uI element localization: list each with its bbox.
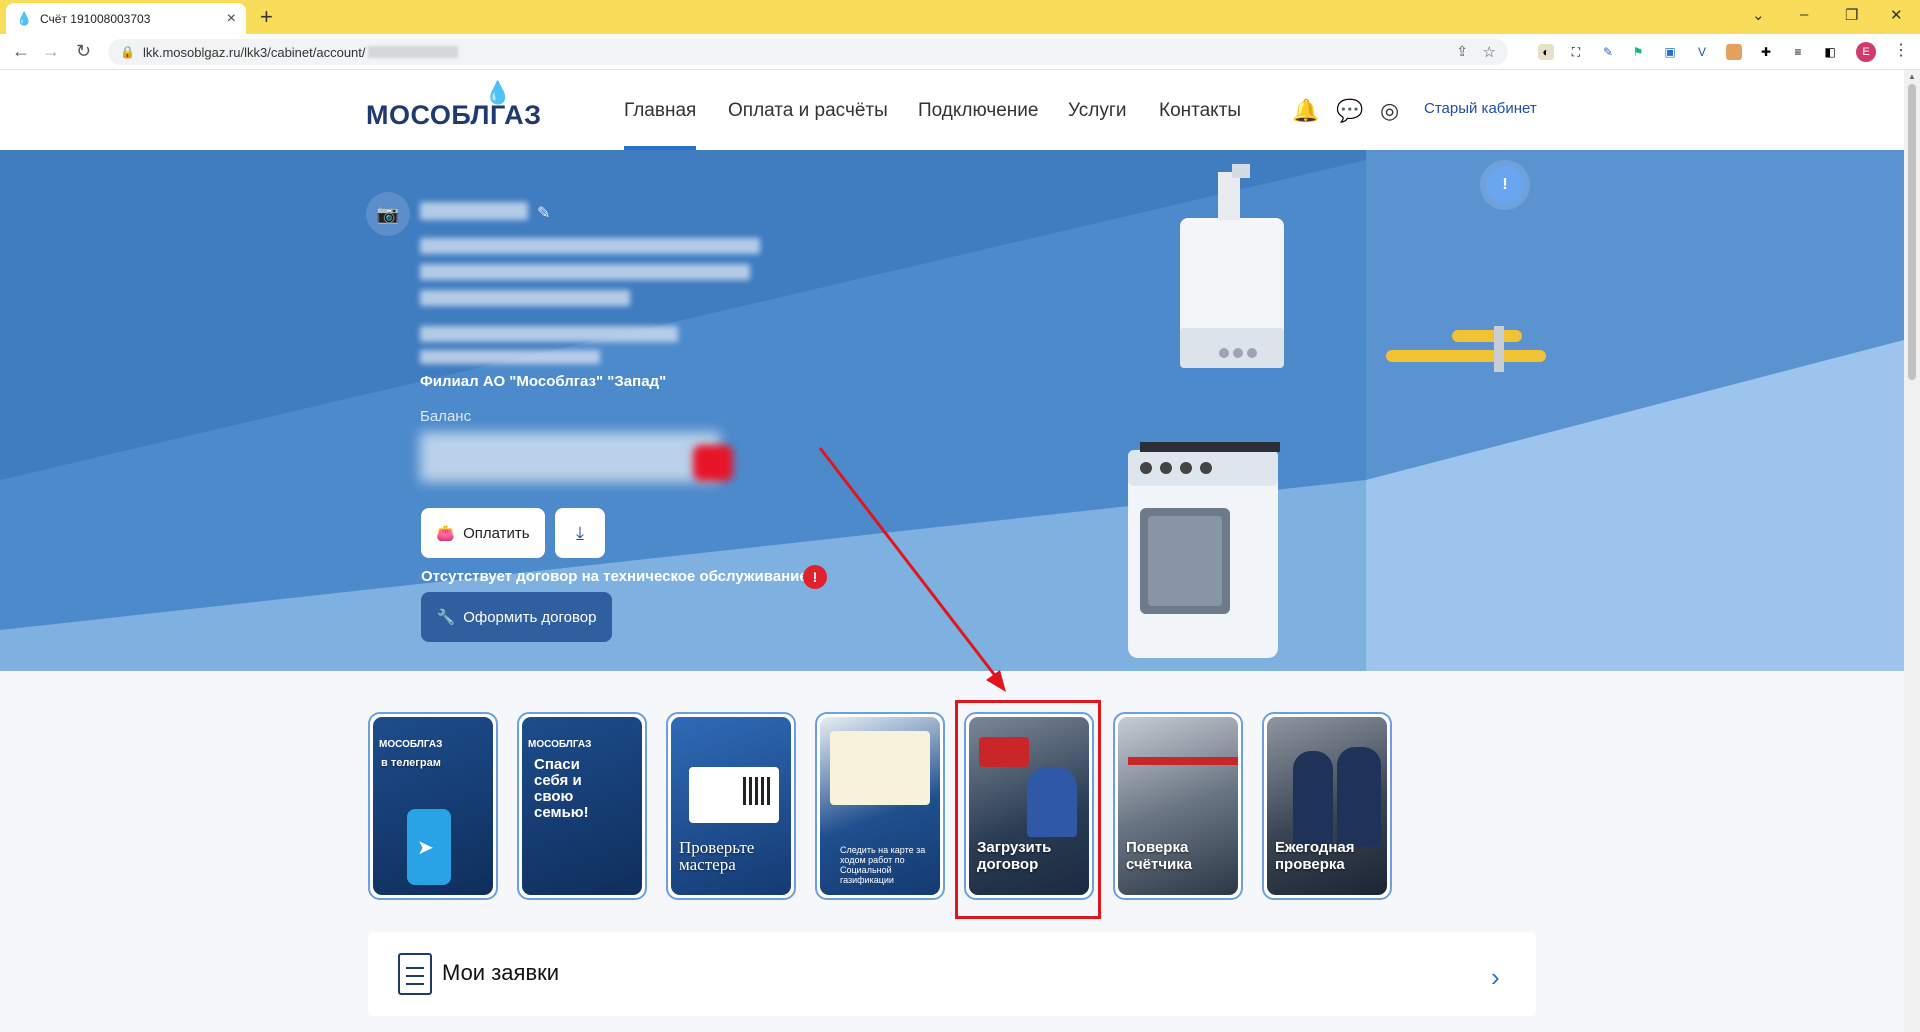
pipe-illustration xyxy=(1128,757,1238,765)
annotation-highlight-box xyxy=(955,700,1101,919)
card-check-master-caption: Проверьте мастера xyxy=(679,838,755,874)
sidepanel-icon[interactable]: ◧ xyxy=(1822,44,1838,60)
map-illustration xyxy=(830,731,930,805)
figure-extension-icon[interactable] xyxy=(1726,44,1742,60)
logo-text: МОСОБЛГАЗ xyxy=(366,100,542,130)
nav-services[interactable]: Услуги xyxy=(1068,100,1126,122)
scroll-up-icon[interactable]: ▲ xyxy=(1908,72,1916,81)
card-telegram[interactable]: МОСОБЛГАЗ в телеграм ➤ xyxy=(368,712,498,900)
close-icon[interactable]: × xyxy=(227,10,236,28)
screenshot-icon[interactable]: ⛶ xyxy=(1568,44,1584,60)
tools-icon: 🔧 xyxy=(436,609,456,626)
redacted-owner-line-2 xyxy=(420,350,600,364)
redacted-marker xyxy=(693,445,733,481)
card-map-caption: Следить на карте за ходом работ по Социа… xyxy=(840,845,926,885)
scrollbar-thumb[interactable] xyxy=(1908,84,1916,380)
url-text: lkk.mosoblgaz.ru/lkk3/cabinet/account/ xyxy=(142,44,366,60)
restore-icon[interactable]: ❐ xyxy=(1845,6,1858,24)
create-contract-label: Оформить договор xyxy=(463,608,597,626)
redacted-name xyxy=(420,202,528,220)
page-scrollbar[interactable]: ▲ xyxy=(1904,70,1920,1032)
share-icon[interactable]: ⇪ xyxy=(1456,43,1468,60)
download-icon: ⤓ xyxy=(576,523,584,543)
download-button[interactable]: ⤓ xyxy=(555,508,605,558)
document-icon xyxy=(398,953,432,995)
bell-icon[interactable]: 🔔 xyxy=(1292,98,1319,124)
new-tab-icon[interactable]: + xyxy=(260,4,273,30)
card-telegram-logo: МОСОБЛГАЗ xyxy=(379,739,443,750)
card-safety-caption: Спаси себя и свою семью! xyxy=(534,756,589,821)
redacted-address-line-1 xyxy=(420,238,760,254)
card-meter-check-caption: Поверка счётчика xyxy=(1126,839,1193,873)
worker-illustration-2 xyxy=(1337,747,1381,847)
chevron-down-icon[interactable]: ⌄ xyxy=(1752,6,1765,24)
card-meter-check[interactable]: Поверка счётчика xyxy=(1113,712,1243,900)
browser-toolbar: ← → ↻ 🔒 lkk.mosoblgaz.ru/lkk3/cabinet/ac… xyxy=(0,34,1920,70)
v-extension-icon[interactable]: V xyxy=(1694,44,1710,60)
user-icon[interactable]: ◎ xyxy=(1380,98,1399,124)
card-telegram-caption: в телеграм xyxy=(381,757,441,769)
lock-icon: 🔒 xyxy=(120,45,135,59)
tab-title: Счёт 191008003703 xyxy=(40,11,151,26)
branch-name: Филиал АО "Мособлгаз" "Запад" xyxy=(420,373,667,390)
card-annual-check-caption: Ежегодная проверка xyxy=(1275,839,1355,873)
forward-icon[interactable]: → xyxy=(42,41,60,62)
camera-icon[interactable]: 📷 xyxy=(366,192,410,236)
redacted-address-line-3 xyxy=(420,290,630,306)
flame-icon: 💧 xyxy=(16,10,33,26)
chevron-right-icon[interactable]: › xyxy=(1491,962,1500,993)
card-map[interactable]: Следить на карте за ходом работ по Социа… xyxy=(815,712,945,900)
browser-tab-bar: 💧 Счёт 191008003703 × + ⌄ – ❐ ✕ xyxy=(0,0,1920,34)
redacted-balance xyxy=(420,432,720,482)
card-safety[interactable]: МОСОБЛГАЗ Спаси себя и свою семью! xyxy=(517,712,647,900)
redacted-address-line-2 xyxy=(420,264,750,280)
reading-list-icon[interactable]: ≡ xyxy=(1790,44,1806,60)
annotation-arrowhead xyxy=(986,670,1006,692)
close-window-icon[interactable]: ✕ xyxy=(1890,6,1903,24)
old-cabinet-link[interactable]: Старый кабинет xyxy=(1424,100,1537,117)
create-contract-button[interactable]: 🔧 Оформить договор xyxy=(421,592,612,642)
my-requests-title: Мои заявки xyxy=(442,960,560,985)
chat-icon[interactable]: 💬 xyxy=(1336,98,1363,124)
puzzle-icon[interactable]: ✚ xyxy=(1758,44,1774,60)
browser-tab[interactable]: 💧 Счёт 191008003703 × xyxy=(6,3,246,34)
menu-kebab-icon[interactable]: ⋮ xyxy=(1893,40,1909,60)
bookmark-star-icon[interactable]: ☆ xyxy=(1483,43,1496,61)
address-bar[interactable]: 🔒 lkk.mosoblgaz.ru/lkk3/cabinet/account/… xyxy=(108,39,1508,65)
mosoblgaz-logo[interactable]: МОСОБЛГАЗ 💧 xyxy=(366,80,542,131)
balance-label: Баланс xyxy=(420,408,472,425)
wallet-icon: 👛 xyxy=(436,525,456,542)
warning-icon: ! xyxy=(803,565,827,589)
redacted-owner-line-1 xyxy=(420,326,678,342)
card-safety-logo: МОСОБЛГАЗ xyxy=(528,739,592,750)
pay-button-label: Оплатить xyxy=(463,524,530,542)
translate-icon[interactable]: ▣ xyxy=(1662,44,1678,60)
qr-code-icon xyxy=(743,777,771,805)
pencil-icon[interactable]: ✎ xyxy=(537,203,550,223)
flag-extension-icon[interactable]: ⚑ xyxy=(1630,44,1646,60)
nav-connection[interactable]: Подключение xyxy=(918,100,1038,122)
reload-icon[interactable]: ↻ xyxy=(76,41,91,62)
worker-illustration-1 xyxy=(1293,751,1333,847)
nav-contacts[interactable]: Контакты xyxy=(1159,100,1241,122)
telegram-icon: ➤ xyxy=(417,837,434,859)
hero-background xyxy=(0,150,1904,671)
pay-button[interactable]: 👛 Оплатить xyxy=(421,508,545,558)
nav-payments[interactable]: Оплата и расчёты xyxy=(728,100,888,122)
card-check-master[interactable]: Проверьте мастера xyxy=(666,712,796,900)
minimize-icon[interactable]: – xyxy=(1800,6,1808,23)
back-icon[interactable]: ← xyxy=(12,41,30,62)
hero-banner xyxy=(0,150,1904,671)
no-contract-notice: Отсутствует договор на техническое обслу… xyxy=(421,568,808,585)
card-annual-check[interactable]: Ежегодная проверка xyxy=(1262,712,1392,900)
extension-icon[interactable]: ◐ xyxy=(1538,44,1554,60)
pen-extension-icon[interactable]: ✎ xyxy=(1600,44,1616,60)
nav-home[interactable]: Главная xyxy=(624,100,696,122)
profile-avatar[interactable]: E xyxy=(1856,42,1876,62)
info-badge[interactable]: ! xyxy=(1486,166,1524,204)
url-redacted xyxy=(367,46,458,58)
flame-logo-icon: 💧 xyxy=(484,80,512,105)
